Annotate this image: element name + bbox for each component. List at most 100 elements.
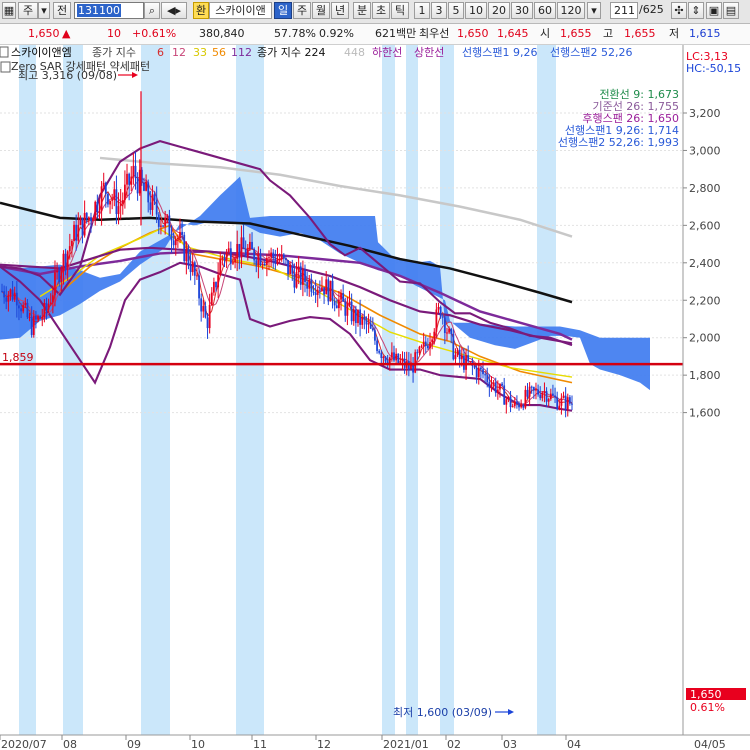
candle-body xyxy=(155,199,158,215)
peak-label: 최고 3,316 (09/08) xyxy=(18,69,117,82)
candle-body xyxy=(312,291,315,293)
search-icon[interactable]: ⌕ xyxy=(144,2,160,19)
candle-body xyxy=(109,200,111,205)
candle-body xyxy=(244,249,247,257)
candle-body xyxy=(246,249,249,257)
legend-ma-33: 33 xyxy=(193,46,207,59)
zoom-icon[interactable]: ⇕ xyxy=(688,2,704,19)
candle-body xyxy=(147,182,150,203)
candle-body xyxy=(479,367,482,370)
candle-body xyxy=(352,309,355,322)
candle-body xyxy=(242,237,245,250)
x-tick-label: 09 xyxy=(127,738,141,750)
candle-body xyxy=(221,257,224,259)
candle-body xyxy=(365,319,368,325)
period-year[interactable]: 년 xyxy=(331,2,349,19)
candle-body xyxy=(340,293,342,300)
candle-body xyxy=(321,287,323,291)
candle-body xyxy=(566,397,569,410)
candle-body xyxy=(18,305,20,309)
candle-body xyxy=(401,358,404,361)
price-chart[interactable]: 1,859 3,200 3,000 2,800 2,600 2,400 2,200 2,00… xyxy=(0,45,750,750)
candle-body xyxy=(22,305,25,312)
candle-body xyxy=(477,367,480,378)
candle-body xyxy=(98,211,101,213)
period-day[interactable]: 일 xyxy=(274,2,292,19)
highlight-band xyxy=(406,45,418,735)
candle-body xyxy=(310,279,313,292)
candle-body xyxy=(223,257,226,260)
candle-body xyxy=(492,382,495,385)
candle-body xyxy=(3,291,6,298)
candle-body xyxy=(198,275,200,299)
last-price-value: 1,650 xyxy=(690,688,722,701)
speaker-icon[interactable]: ◀▸ xyxy=(161,2,187,19)
period-month[interactable]: 월 xyxy=(312,2,330,19)
candle-body xyxy=(157,214,160,227)
legend-ma-6: 6 xyxy=(157,46,164,59)
candle-body xyxy=(229,248,232,264)
prefix-toggle[interactable]: 전 xyxy=(53,2,71,19)
interval-5[interactable]: 5 xyxy=(448,2,464,19)
period-week[interactable]: 주 xyxy=(293,2,311,19)
chevron-down-icon[interactable]: ▾ xyxy=(587,2,601,19)
candle-body xyxy=(295,271,298,288)
candle-body xyxy=(181,231,184,235)
stock-code-input[interactable]: 131100 xyxy=(74,2,144,19)
candle-body xyxy=(183,234,186,262)
chevron-down-icon[interactable]: ▾ xyxy=(38,2,50,19)
candle-body xyxy=(94,201,97,220)
candle-body xyxy=(30,316,33,335)
x-tick-label: 02 xyxy=(447,738,461,750)
page-current[interactable]: 211 xyxy=(610,2,638,19)
candle-body xyxy=(323,287,325,295)
candle-body xyxy=(465,355,467,370)
candle-body xyxy=(452,333,455,360)
candle-body xyxy=(179,231,181,238)
candle-body xyxy=(187,249,190,265)
interval-10[interactable]: 10 xyxy=(465,2,487,19)
x-tick-label: 11 xyxy=(253,738,267,750)
settings-icon[interactable]: ▤ xyxy=(723,2,739,19)
period-minute[interactable]: 분 xyxy=(353,2,371,19)
interval-120[interactable]: 120 xyxy=(557,2,585,19)
layout-icon[interactable]: ▦ xyxy=(2,2,16,19)
won-button[interactable]: 환 xyxy=(193,2,209,19)
candle-body xyxy=(448,328,451,333)
trade-amount: 621백만 xyxy=(375,27,417,40)
interval-60[interactable]: 60 xyxy=(534,2,556,19)
candle-body xyxy=(354,309,357,324)
stock-name-field[interactable]: 스카이이앤 xyxy=(209,2,272,19)
candle-body xyxy=(325,279,328,295)
candle-body xyxy=(149,202,152,210)
quote-bar: 1,650 ▲ 10 +0.61% 380,840 57.78% 0.92% 6… xyxy=(0,24,750,45)
legend-ma-label: 종가 지수 xyxy=(92,46,136,59)
crosshair-icon[interactable]: ✣ xyxy=(671,2,687,19)
candle-body xyxy=(35,315,37,320)
candle-body xyxy=(427,345,429,349)
highlight-band xyxy=(440,45,454,735)
interval-1[interactable]: 1 xyxy=(414,2,430,19)
period-second[interactable]: 초 xyxy=(372,2,390,19)
candle-body xyxy=(7,294,10,302)
save-icon[interactable]: ▣ xyxy=(706,2,722,19)
interval-20[interactable]: 20 xyxy=(488,2,510,19)
interval-3[interactable]: 3 xyxy=(431,2,447,19)
candle-body xyxy=(369,323,372,329)
candle-body xyxy=(541,392,544,399)
candle-body xyxy=(236,243,239,259)
candle-body xyxy=(126,173,128,185)
bid-price-2: 1,645 xyxy=(497,27,529,40)
candle-body xyxy=(420,345,423,347)
period-tick[interactable]: 틱 xyxy=(391,2,409,19)
candle-body xyxy=(54,272,56,296)
interval-30[interactable]: 30 xyxy=(511,2,533,19)
candle-body xyxy=(259,253,262,266)
candle-body xyxy=(45,302,48,310)
market-select[interactable]: 주 xyxy=(18,2,38,19)
candle-body xyxy=(482,369,484,375)
low-label: 최저 1,600 (03/09) xyxy=(393,706,492,719)
turnover-percent: 57.78% xyxy=(274,27,316,40)
candle-body xyxy=(460,355,463,360)
candle-body xyxy=(333,300,336,306)
